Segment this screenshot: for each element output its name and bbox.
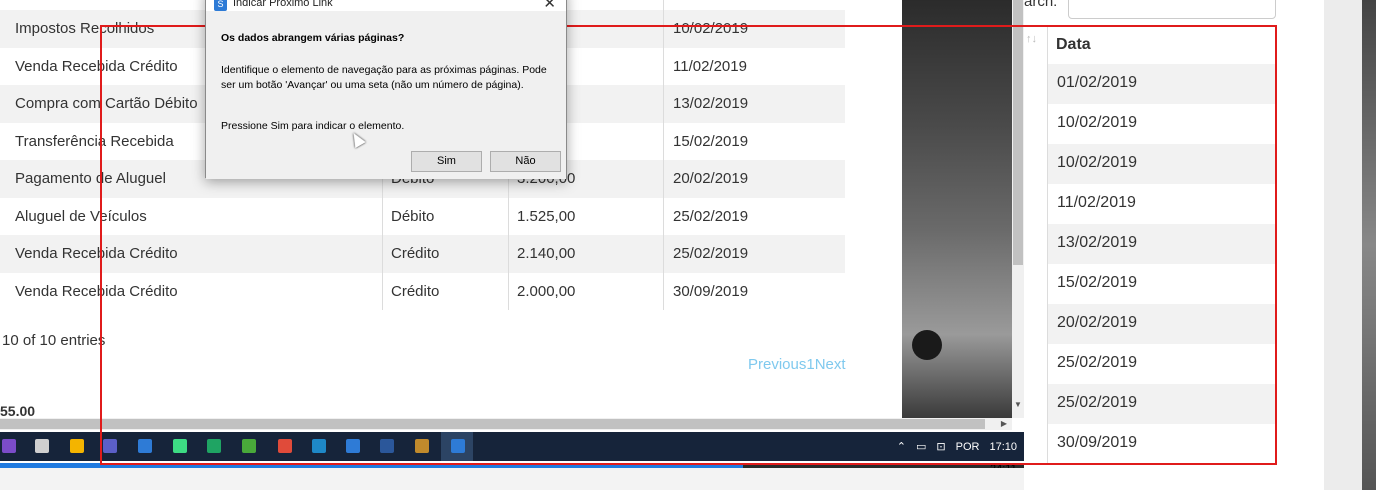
- total-value: 55.00: [0, 403, 36, 419]
- cell-description: Pagamento de Aluguel: [15, 170, 166, 187]
- player-controls-strip: [0, 468, 1025, 490]
- date-cell: 11/02/2019: [1057, 194, 1136, 211]
- dialog-question: Os dados abrangem várias páginas?: [221, 32, 405, 44]
- windows-taskbar: ⌃ ▭ ⊡ POR 17:10: [0, 432, 1025, 461]
- background-photo-edge: [1362, 0, 1376, 490]
- winrar-icon[interactable]: [415, 439, 429, 453]
- screen: Impostos Recolhidos 10/02/2019 Venda Receb…: [0, 0, 1376, 490]
- android-icon[interactable]: [173, 439, 187, 453]
- dialog-instruction: Pressione Sim para indicar o elemento.: [221, 120, 405, 132]
- system-tray: ⌃ ▭ ⊡ POR 17:10: [897, 432, 1017, 461]
- date-row: 13/02/2019: [1048, 224, 1276, 264]
- column-header-data[interactable]: Data: [1056, 36, 1091, 54]
- cell-type: Crédito: [391, 245, 440, 262]
- scrollbar-thumb[interactable]: [1013, 0, 1023, 265]
- word-icon[interactable]: [380, 439, 394, 453]
- scroll-right-arrow-icon[interactable]: ▶: [998, 418, 1010, 430]
- scrollbar-thumb[interactable]: [0, 419, 985, 429]
- no-button[interactable]: Não: [490, 151, 561, 172]
- search-label: arch:: [1024, 0, 1058, 10]
- cell-type: Crédito: [391, 282, 440, 300]
- clock[interactable]: 17:10: [989, 441, 1017, 453]
- terminal-icon[interactable]: [35, 439, 49, 453]
- cell-date: 20/02/2019: [673, 170, 749, 187]
- cell-date: 25/02/2019: [673, 245, 749, 262]
- language-indicator[interactable]: POR: [956, 441, 980, 453]
- cell-amount: 2.000,00: [517, 282, 576, 300]
- yes-button[interactable]: Sim: [411, 151, 482, 172]
- date-cell: 20/02/2019: [1057, 314, 1138, 331]
- right-table-panel: arch: ↑↓ Data 01/02/2019 10/02/2019 10/02/…: [1024, 0, 1324, 490]
- date-cell: 01/02/2019: [1057, 74, 1138, 91]
- studio-logo-icon: S: [214, 0, 227, 11]
- date-row: 25/02/2019: [1048, 384, 1276, 424]
- table-row: Venda Recebida Crédito Crédito 2.000,00 30/…: [0, 273, 845, 311]
- table-row: Aluguel de Veículos Débito 1.525,00 25/02/2…: [0, 198, 845, 236]
- cell-amount: 1.525,00: [517, 207, 576, 225]
- camtasia-icon[interactable]: [242, 439, 256, 453]
- edge-icon[interactable]: [312, 439, 326, 453]
- cell-date: 10/02/2019: [673, 20, 749, 37]
- app-icon[interactable]: [138, 439, 152, 453]
- scroll-down-arrow-icon[interactable]: ▼: [1012, 400, 1024, 412]
- dialog-titlebar[interactable]: S Indicar Próximo Link ✕: [206, 0, 566, 12]
- date-row: 10/02/2019: [1048, 104, 1276, 144]
- date-cell: 25/02/2019: [1057, 354, 1138, 371]
- date-cell: 30/09/2019: [1057, 434, 1138, 451]
- cell-date: 13/02/2019: [673, 95, 749, 112]
- studio-active-icon[interactable]: [451, 439, 465, 453]
- date-row: 30/09/2019: [1048, 424, 1276, 464]
- cell-description: Aluguel de Veículos: [15, 207, 147, 225]
- cell-description: Compra com Cartão Débito: [15, 95, 198, 112]
- date-row: 11/02/2019: [1048, 184, 1276, 224]
- cell-description: Venda Recebida Crédito: [15, 57, 178, 75]
- cell-date: 11/02/2019: [673, 57, 747, 75]
- dialog-title: Indicar Próximo Link: [233, 0, 333, 9]
- teams-icon[interactable]: [103, 439, 117, 453]
- cell-date: 30/09/2019: [673, 282, 749, 300]
- cell-description: Venda Recebida Crédito: [15, 245, 178, 262]
- table-row: Venda Recebida Crédito Crédito 2.140,00 25/…: [0, 235, 845, 273]
- date-cell: 15/02/2019: [1057, 274, 1138, 291]
- previous-link[interactable]: Previous: [748, 356, 806, 373]
- entries-info: 10 of 10 entries: [2, 332, 106, 349]
- next-link[interactable]: Next: [815, 356, 846, 373]
- cell-type: Débito: [391, 207, 435, 225]
- drive-icon[interactable]: [207, 439, 221, 453]
- date-cell: 25/02/2019: [1057, 394, 1138, 411]
- sort-icon[interactable]: ↑↓: [1026, 33, 1037, 45]
- page-1-link[interactable]: 1: [806, 356, 814, 373]
- horizontal-scrollbar[interactable]: ▶: [0, 418, 1012, 430]
- display-icon[interactable]: ⊡: [936, 440, 945, 453]
- camtasia-rec-icon[interactable]: [278, 439, 292, 453]
- cell-date: 25/02/2019: [673, 207, 749, 225]
- chrome-icon[interactable]: [70, 439, 84, 453]
- pagination: Previous1Next: [748, 356, 846, 373]
- cell-amount: 2.140,00: [517, 245, 576, 262]
- vertical-scrollbar[interactable]: ▼: [1012, 0, 1024, 418]
- date-row: 20/02/2019: [1048, 304, 1276, 344]
- column-divider: [663, 0, 664, 310]
- date-row: 25/02/2019: [1048, 344, 1276, 384]
- tray-chevron-icon[interactable]: ⌃: [897, 440, 906, 453]
- studio-icon[interactable]: [346, 439, 360, 453]
- visual-studio-icon[interactable]: [2, 439, 16, 453]
- date-cell: 13/02/2019: [1057, 234, 1138, 251]
- cell-description: Impostos Recolhidos: [15, 20, 155, 37]
- date-row: 10/02/2019: [1048, 144, 1276, 184]
- date-row: 01/02/2019: [1048, 64, 1276, 104]
- date-cell: 10/02/2019: [1057, 154, 1138, 171]
- date-row: 15/02/2019: [1048, 264, 1276, 304]
- dialog-description: Identifique o elemento de navegação para…: [221, 64, 547, 91]
- cell-date: 15/02/2019: [673, 132, 749, 150]
- cell-description: Venda Recebida Crédito: [15, 282, 178, 300]
- background-photo: [902, 0, 1012, 418]
- dialog-body: Os dados abrangem várias páginas? Identi…: [206, 11, 566, 179]
- search-input[interactable]: [1068, 0, 1276, 19]
- next-link-dialog: S Indicar Próximo Link ✕ Os dados abrang…: [205, 0, 567, 179]
- network-icon[interactable]: ▭: [916, 440, 926, 453]
- date-cell: 10/02/2019: [1057, 114, 1138, 131]
- cell-description: Transferência Recebida: [15, 132, 174, 150]
